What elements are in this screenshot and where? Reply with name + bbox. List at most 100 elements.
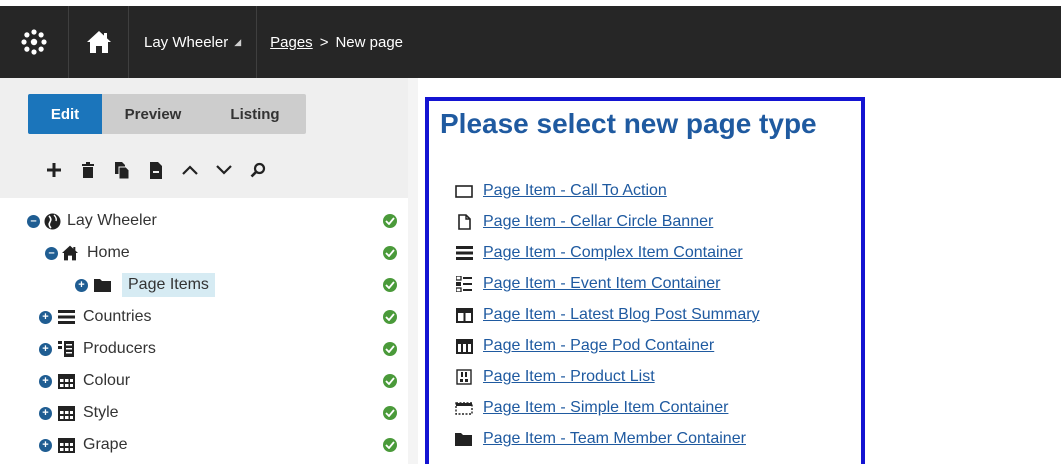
published-check-icon [383, 310, 397, 324]
page-type-simple-item-container[interactable]: Page Item - Simple Item Container [453, 398, 728, 418]
tree-toolbar: Edit Preview Listing [0, 78, 408, 198]
search-button[interactable] [244, 158, 272, 182]
plus-icon [47, 163, 61, 177]
published-check-icon [383, 214, 397, 228]
page-type-link[interactable]: Page Item - Latest Blog Post Summary [483, 306, 760, 324]
page-type-selector: Please select new page type Page Item - … [425, 97, 865, 464]
page-type-link[interactable]: Page Item - Complex Item Container [483, 244, 743, 262]
tree-node-colour[interactable]: + Colour [0, 365, 408, 397]
globe-icon [43, 213, 61, 229]
tree-node-countries[interactable]: + Countries [0, 301, 408, 333]
house-icon [61, 245, 79, 261]
page-type-link[interactable]: Page Item - Cellar Circle Banner [483, 213, 713, 231]
expand-icon[interactable]: + [39, 438, 52, 452]
add-page-button[interactable] [40, 158, 68, 182]
tab-edit[interactable]: Edit [28, 94, 102, 134]
pods-icon [453, 338, 475, 354]
move-down-button[interactable] [210, 158, 238, 182]
breadcrumb-current: New page [335, 33, 403, 51]
tree-node-label: Producers [83, 340, 156, 357]
published-check-icon [383, 438, 397, 452]
collapse-icon[interactable]: – [45, 246, 58, 260]
trash-icon [82, 162, 94, 178]
tab-listing[interactable]: Listing [204, 94, 306, 134]
content-tree-panel: Edit Preview Listing – Lay Wheeler – Hom… [0, 78, 408, 464]
move-up-button[interactable] [176, 158, 204, 182]
chevron-up-icon [182, 165, 198, 175]
breadcrumb: Pages > New page [257, 34, 403, 51]
page-type-call-to-action[interactable]: Page Item - Call To Action [453, 181, 667, 201]
page-type-product-list[interactable]: Page Item - Product List [453, 367, 655, 387]
page-type-link[interactable]: Page Item - Simple Item Container [483, 399, 728, 417]
site-selector[interactable]: Lay Wheeler ◢ [129, 6, 258, 78]
panel-splitter[interactable] [408, 78, 418, 464]
page-type-link[interactable]: Page Item - Team Member Container [483, 430, 746, 448]
search-icon [250, 162, 266, 178]
tree-node-label: Home [87, 244, 130, 261]
page-type-page-pod-container[interactable]: Page Item - Page Pod Container [453, 336, 714, 356]
page-type-team-member-container[interactable]: Page Item - Team Member Container [453, 429, 746, 449]
rectangle-icon [453, 184, 475, 198]
expand-icon[interactable]: + [39, 310, 52, 324]
page-type-link[interactable]: Page Item - Product List [483, 368, 655, 386]
folder-icon [94, 277, 112, 293]
tree-node-label: Grape [83, 436, 128, 453]
tree-node-label: Countries [83, 308, 152, 325]
tree-node-label: Colour [83, 372, 131, 389]
chevron-down-icon [216, 165, 232, 175]
expand-icon[interactable]: + [39, 374, 52, 388]
asterisk-logo-icon [21, 29, 47, 55]
page-type-link[interactable]: Page Item - Event Item Container [483, 275, 720, 293]
tree-node-style[interactable]: + Style [0, 397, 408, 429]
product-list-icon [453, 369, 475, 385]
tree-node-producers[interactable]: + Producers [0, 333, 408, 365]
list-lines-icon [57, 309, 75, 325]
folder-icon [453, 432, 475, 446]
tree-node-home[interactable]: – Home [0, 237, 408, 269]
published-check-icon [383, 246, 397, 260]
move-page-button[interactable] [142, 158, 170, 182]
tree-node-label: Lay Wheeler [67, 212, 157, 229]
collapse-icon[interactable]: – [27, 214, 40, 228]
columns-icon [453, 307, 475, 323]
tree-node-page-items[interactable]: + Page Items [0, 269, 408, 301]
top-navigation-bar: Lay Wheeler ◢ Pages > New page [0, 6, 1061, 78]
delete-page-button[interactable] [74, 158, 102, 182]
page-type-link[interactable]: Page Item - Call To Action [483, 182, 667, 200]
tree-node-lay-wheeler[interactable]: – Lay Wheeler [0, 205, 408, 237]
expand-icon[interactable]: + [39, 406, 52, 420]
mode-tabs: Edit Preview Listing [28, 94, 306, 134]
table-icon [57, 405, 75, 421]
copy-icon [115, 161, 130, 179]
site-name: Lay Wheeler [144, 33, 229, 51]
table-icon [57, 437, 75, 453]
document-icon [453, 214, 475, 230]
breadcrumb-separator: > [319, 33, 329, 51]
home-button[interactable] [69, 6, 129, 78]
published-check-icon [383, 374, 397, 388]
copy-page-button[interactable] [108, 158, 136, 182]
app-logo[interactable] [0, 6, 69, 78]
expand-icon[interactable]: + [39, 342, 52, 356]
published-check-icon [383, 278, 397, 292]
dashed-box-icon [453, 401, 475, 415]
table-icon [57, 373, 75, 389]
caret-down-icon: ◢ [234, 36, 242, 47]
grid-list-icon [57, 341, 75, 357]
page-type-complex-item-container[interactable]: Page Item - Complex Item Container [453, 243, 743, 263]
tree-node-grape[interactable]: + Grape [0, 429, 408, 461]
tab-preview[interactable]: Preview [102, 94, 204, 134]
published-check-icon [383, 406, 397, 420]
page-type-latest-blog-post-summary[interactable]: Page Item - Latest Blog Post Summary [453, 305, 760, 325]
document-arrow-icon [150, 161, 162, 179]
expand-icon[interactable]: + [75, 278, 88, 292]
tree-node-label: Style [83, 404, 119, 421]
published-check-icon [383, 342, 397, 356]
house-icon [86, 31, 111, 53]
event-list-icon [453, 276, 475, 292]
page-type-event-item-container[interactable]: Page Item - Event Item Container [453, 274, 720, 294]
page-type-link[interactable]: Page Item - Page Pod Container [483, 337, 714, 355]
page-type-cellar-circle-banner[interactable]: Page Item - Cellar Circle Banner [453, 212, 713, 232]
breadcrumb-link-pages[interactable]: Pages [270, 34, 313, 51]
lines-icon [453, 246, 475, 260]
